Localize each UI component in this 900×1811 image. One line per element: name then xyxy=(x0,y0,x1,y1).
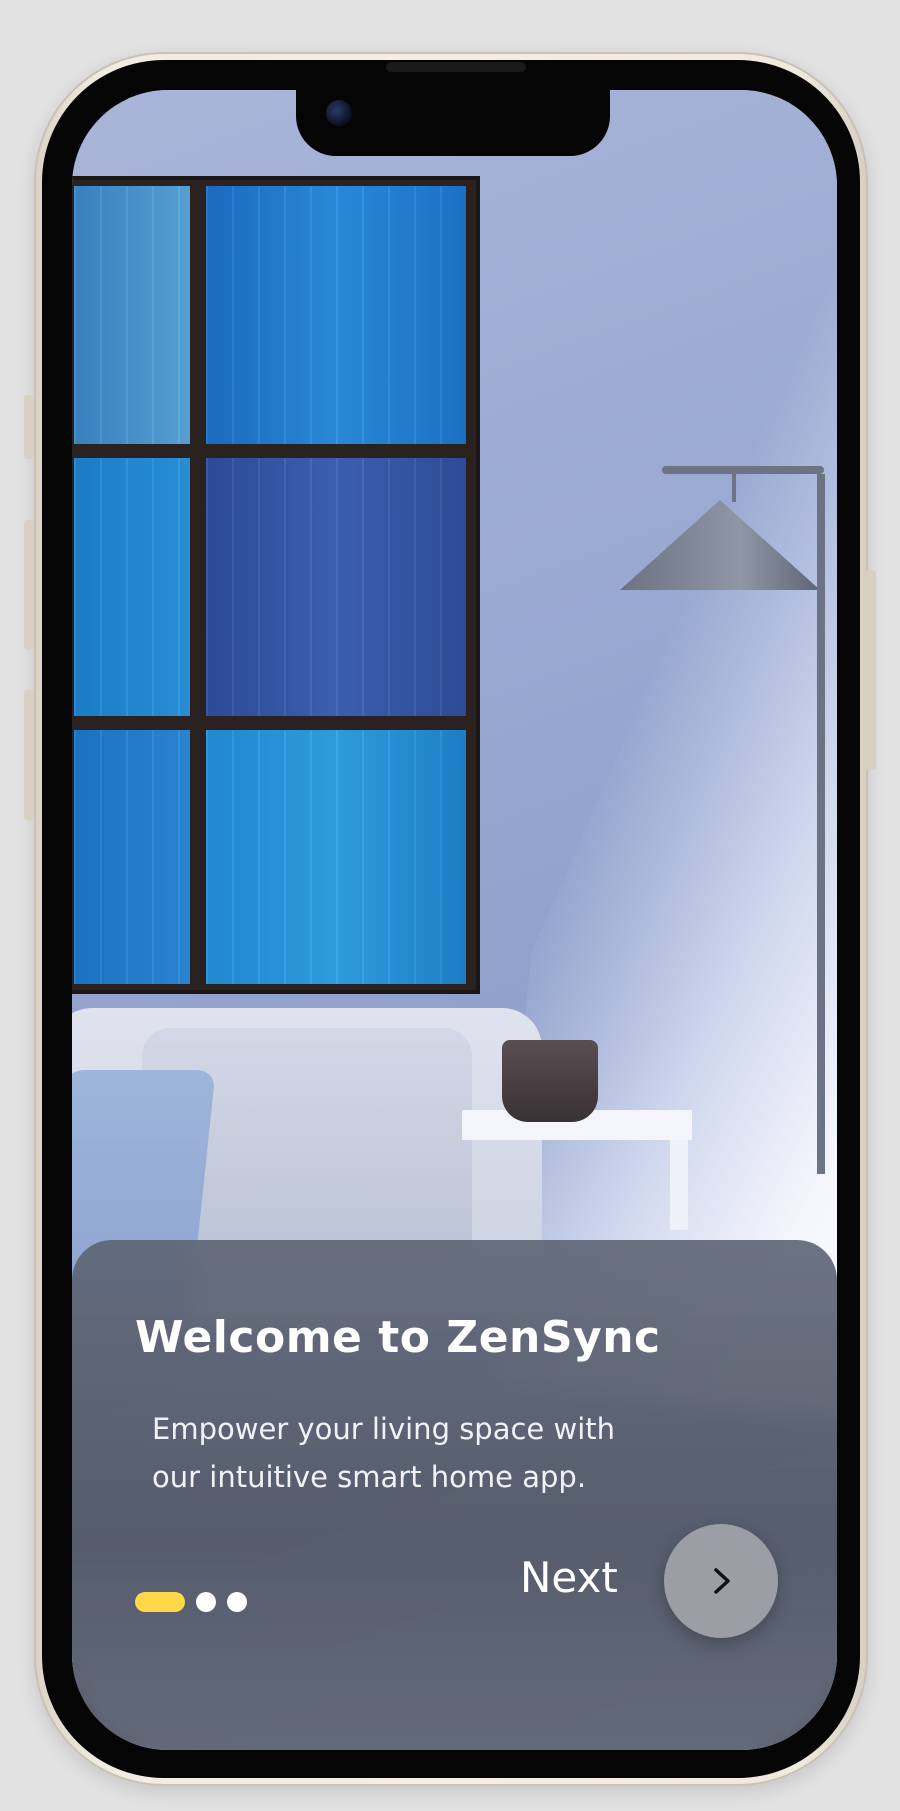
pagination-dot-active[interactable] xyxy=(135,1592,185,1612)
pagination-dot[interactable] xyxy=(227,1592,247,1612)
onboarding-description-line-1: Empower your living space with xyxy=(152,1412,616,1446)
next-button[interactable] xyxy=(664,1524,778,1638)
background-artwork xyxy=(72,176,480,994)
onboarding-title: Welcome to ZenSync xyxy=(135,1312,661,1363)
onboarding-description-line-2: our intuitive smart home app. xyxy=(152,1460,587,1494)
artwork-panel xyxy=(74,458,190,716)
lamp-stem xyxy=(732,472,736,502)
artwork-panel xyxy=(74,186,190,444)
lamp-pole xyxy=(817,474,825,1174)
phone-speaker xyxy=(386,62,526,72)
onboarding-description: Empower your living space with our intui… xyxy=(152,1405,672,1501)
phone-volume-down xyxy=(24,690,34,820)
camera-icon xyxy=(326,100,352,126)
phone-side-button xyxy=(24,395,34,459)
chevron-right-icon xyxy=(714,1568,730,1594)
artwork-panel xyxy=(206,186,466,444)
vase xyxy=(502,1040,598,1122)
phone-power-button xyxy=(866,570,876,770)
next-label[interactable]: Next xyxy=(520,1553,618,1602)
artwork-panel xyxy=(206,458,466,716)
lamp-arm xyxy=(662,466,824,474)
artwork-panel xyxy=(74,730,190,984)
pagination-dots xyxy=(135,1592,247,1612)
pagination-dot[interactable] xyxy=(196,1592,216,1612)
side-table-leg xyxy=(670,1140,688,1230)
artwork-panel xyxy=(206,730,466,984)
phone-volume-up xyxy=(24,520,34,650)
